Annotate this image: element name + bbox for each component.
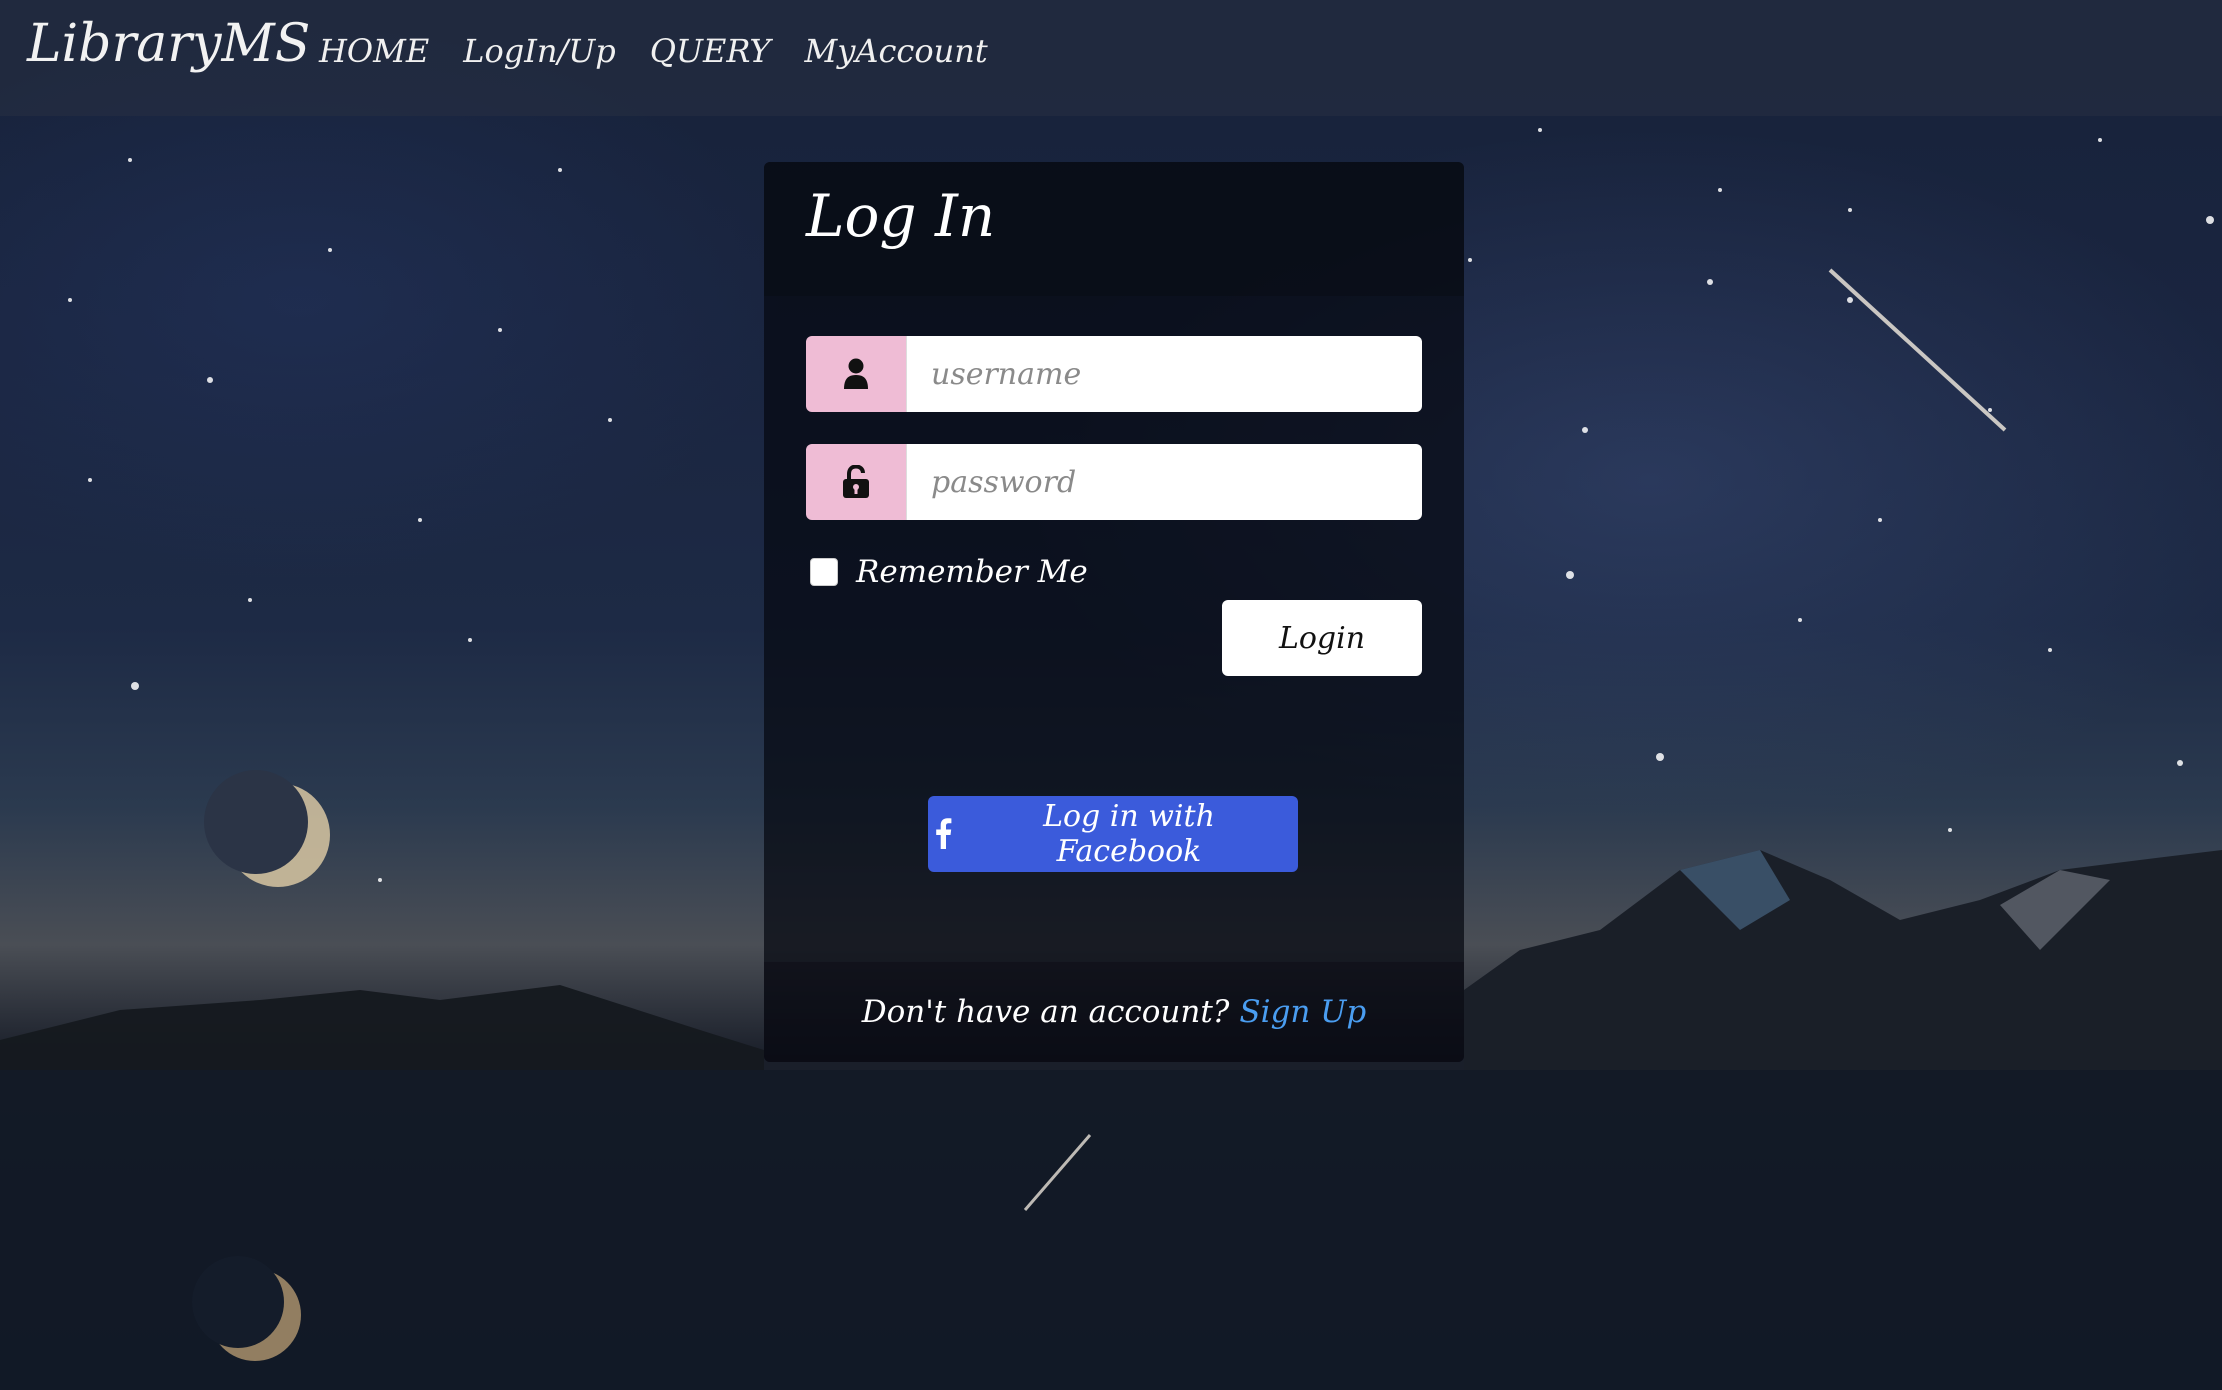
login-card: Log In Remember Me Login [764, 162, 1464, 1062]
nav-link-login-signup[interactable]: LogIn/Up [463, 32, 615, 70]
facebook-login-label: Log in with Facebook [1043, 799, 1215, 869]
remember-me-label[interactable]: Remember Me [856, 554, 1088, 590]
password-input-group [806, 444, 1422, 520]
nav-links: HOME LogIn/Up QUERY MyAccount [319, 32, 988, 70]
username-input[interactable] [906, 336, 1422, 412]
nav-link-home[interactable]: HOME [319, 32, 429, 70]
brand-logo[interactable]: LibraryMS [27, 14, 310, 74]
no-account-text: Don't have an account? [861, 994, 1230, 1030]
nav-link-my-account[interactable]: MyAccount [805, 32, 988, 70]
remember-me-checkbox[interactable] [810, 558, 838, 586]
unlock-icon [806, 444, 906, 520]
facebook-icon [934, 817, 952, 852]
login-button[interactable]: Login [1222, 600, 1422, 676]
login-card-footer: Don't have an account? Sign Up [764, 962, 1464, 1062]
login-card-header: Log In [764, 162, 1464, 296]
top-navbar: LibraryMS HOME LogIn/Up QUERY MyAccount [0, 0, 2222, 116]
password-input[interactable] [906, 444, 1422, 520]
remember-me-row: Remember Me [810, 554, 1088, 590]
page-title: Log In [806, 182, 996, 250]
sign-up-link[interactable]: Sign Up [1239, 994, 1366, 1030]
facebook-login-button[interactable]: Log in with Facebook [928, 796, 1298, 872]
user-icon [806, 336, 906, 412]
username-input-group [806, 336, 1422, 412]
nav-link-query[interactable]: QUERY [650, 32, 771, 70]
